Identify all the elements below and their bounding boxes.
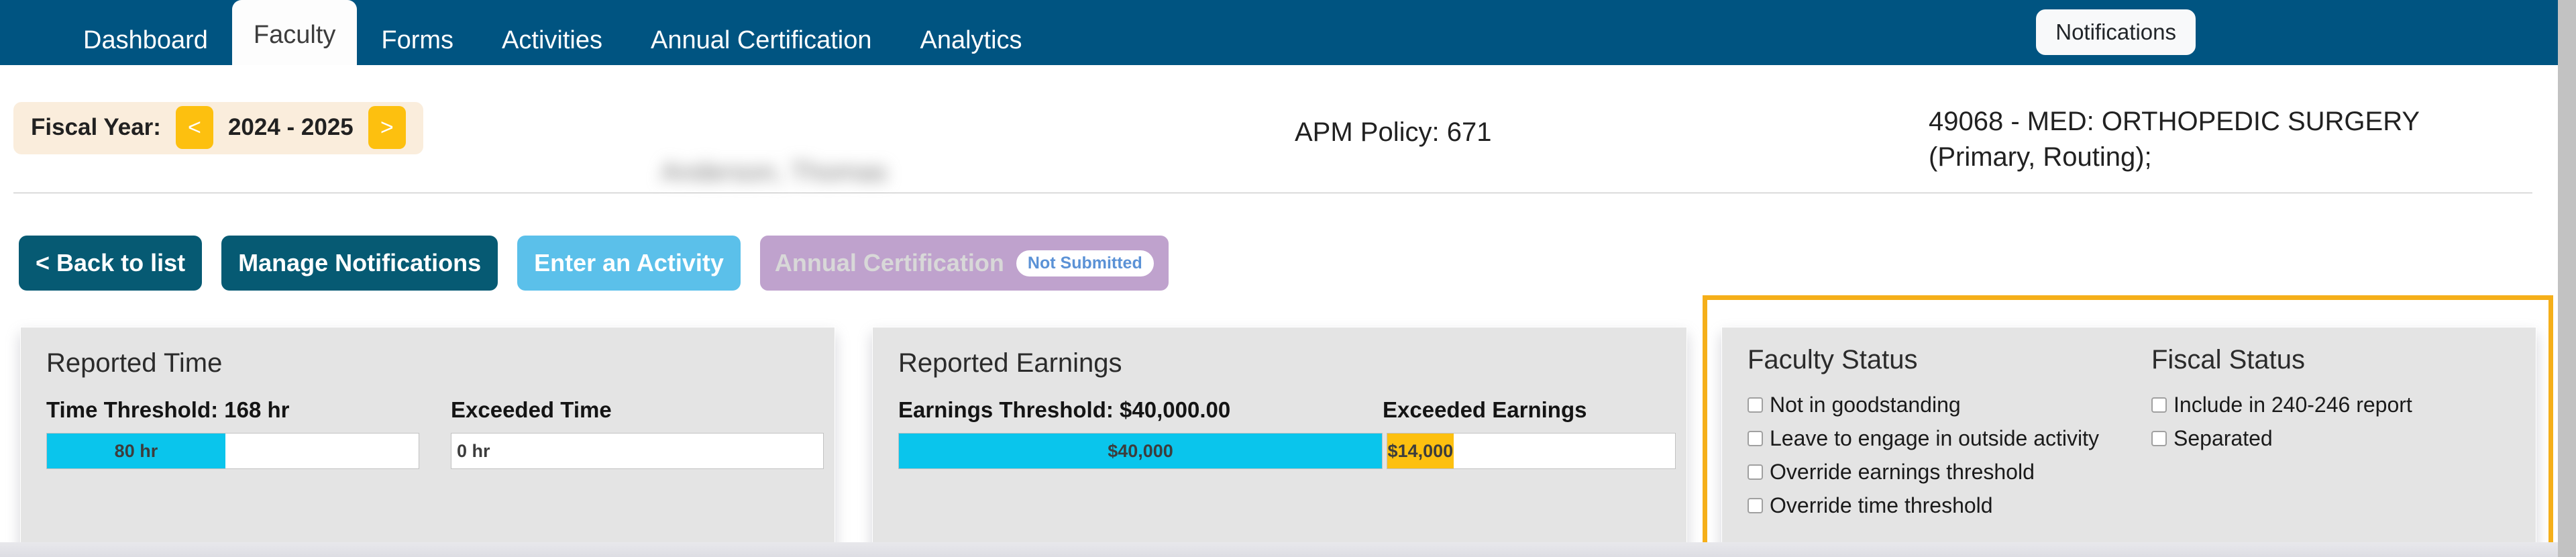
tab-forms[interactable]: Forms xyxy=(357,16,478,65)
tab-annual-certification[interactable]: Annual Certification xyxy=(627,16,896,65)
checkbox-leave-outside-activity[interactable] xyxy=(1748,431,1763,446)
checkbox-separated[interactable] xyxy=(2151,431,2167,446)
checkbox-label-not-in-goodstanding: Not in goodstanding xyxy=(1770,393,1961,417)
exceeded-time-meter: 0 hr xyxy=(451,433,824,469)
action-button-row: < Back to list Manage Notifications Ente… xyxy=(19,236,1169,291)
exceeded-time-value: 0 hr xyxy=(457,440,490,461)
reported-earnings-title: Reported Earnings xyxy=(898,348,1122,378)
page-content: Fiscal Year: < 2024 - 2025 > Anderson, T… xyxy=(0,65,2558,557)
department-info: 49068 - MED: ORTHOPEDIC SURGERY (Primary… xyxy=(1929,104,2485,175)
checkbox-row-not-in-goodstanding[interactable]: Not in goodstanding xyxy=(1748,393,1961,417)
annual-certification-button[interactable]: Annual Certification Not Submitted xyxy=(759,236,1169,291)
fiscal-year-value: 2024 - 2025 xyxy=(227,114,354,140)
tab-analytics[interactable]: Analytics xyxy=(896,16,1046,65)
checkbox-label-separated: Separated xyxy=(2174,426,2273,450)
checkbox-label-override-time-threshold: Override time threshold xyxy=(1770,493,1993,517)
department-line-2: (Primary, Routing); xyxy=(1929,142,2152,172)
nav-tab-list: Dashboard Faculty Forms Activities Annua… xyxy=(59,0,1046,65)
earnings-reported-fill: $40,000 xyxy=(899,434,1382,468)
time-threshold-meter: 80 hr xyxy=(46,433,419,469)
checkbox-override-earnings-threshold[interactable] xyxy=(1748,464,1763,480)
exceeded-time-label: Exceeded Time xyxy=(451,397,612,422)
checkbox-not-in-goodstanding[interactable] xyxy=(1748,397,1763,413)
fiscal-status-title: Fiscal Status xyxy=(2151,345,2305,374)
time-threshold-label: Time Threshold: 168 hr xyxy=(46,397,290,422)
tab-activities[interactable]: Activities xyxy=(478,16,627,65)
apm-policy-text: APM Policy: 671 xyxy=(1295,117,1492,147)
checkbox-label-leave-outside-activity: Leave to engage in outside activity xyxy=(1770,426,2099,450)
vertical-scrollbar[interactable] xyxy=(2558,0,2576,557)
bottom-edge-shadow xyxy=(0,542,2558,557)
reported-earnings-card: Reported Earnings Earnings Threshold: $4… xyxy=(872,327,1687,552)
tab-dashboard[interactable]: Dashboard xyxy=(59,16,232,65)
fiscal-year-next-button[interactable]: > xyxy=(368,106,406,149)
department-line-1: 49068 - MED: ORTHOPEDIC SURGERY xyxy=(1929,107,2420,136)
checkbox-label-include-240-246-report: Include in 240-246 report xyxy=(2174,393,2412,417)
time-reported-fill: 80 hr xyxy=(47,434,225,468)
exceeded-earnings-meter: $14,000 xyxy=(1387,433,1676,469)
checkbox-row-include-240-246-report[interactable]: Include in 240-246 report xyxy=(2151,393,2412,417)
status-card: Faculty Status Fiscal Status Not in good… xyxy=(1721,327,2536,552)
earnings-threshold-meter: $40,000 xyxy=(898,433,1383,469)
fiscal-year-label: Fiscal Year: xyxy=(31,114,161,140)
checkbox-override-time-threshold[interactable] xyxy=(1748,498,1763,513)
reported-time-title: Reported Time xyxy=(46,348,223,378)
faculty-status-title: Faculty Status xyxy=(1748,345,1918,374)
enter-an-activity-button[interactable]: Enter an Activity xyxy=(517,236,741,291)
faculty-name-redacted: Anderson, Thomas xyxy=(661,157,888,187)
checkbox-include-240-246-report[interactable] xyxy=(2151,397,2167,413)
fiscal-year-selector: Fiscal Year: < 2024 - 2025 > xyxy=(13,102,423,154)
not-submitted-badge: Not Submitted xyxy=(1016,250,1154,276)
back-to-list-button[interactable]: < Back to list xyxy=(19,236,203,291)
fiscal-year-prev-button[interactable]: < xyxy=(175,106,213,149)
top-navbar: Dashboard Faculty Forms Activities Annua… xyxy=(0,0,2558,65)
notifications-button[interactable]: Notifications xyxy=(2036,9,2196,55)
manage-notifications-button[interactable]: Manage Notifications xyxy=(221,236,498,291)
checkbox-row-override-earnings-threshold[interactable]: Override earnings threshold xyxy=(1748,460,2035,485)
exceeded-earnings-fill: $14,000 xyxy=(1387,434,1454,468)
earnings-threshold-label: Earnings Threshold: $40,000.00 xyxy=(898,397,1231,422)
checkbox-row-override-time-threshold[interactable]: Override time threshold xyxy=(1748,493,1993,518)
checkbox-row-leave-outside-activity[interactable]: Leave to engage in outside activity xyxy=(1748,426,2099,451)
checkbox-label-override-earnings-threshold: Override earnings threshold xyxy=(1770,460,2035,484)
annual-certification-label: Annual Certification xyxy=(774,249,1004,276)
exceeded-earnings-label: Exceeded Earnings xyxy=(1383,397,1587,422)
faculty-info-strip: Fiscal Year: < 2024 - 2025 > Anderson, T… xyxy=(0,65,2558,193)
checkbox-row-separated[interactable]: Separated xyxy=(2151,426,2273,451)
tab-faculty[interactable]: Faculty xyxy=(231,0,358,65)
reported-time-card: Reported Time Time Threshold: 168 hr Exc… xyxy=(20,327,835,552)
summary-cards-row: Reported Time Time Threshold: 168 hr Exc… xyxy=(0,313,2558,557)
